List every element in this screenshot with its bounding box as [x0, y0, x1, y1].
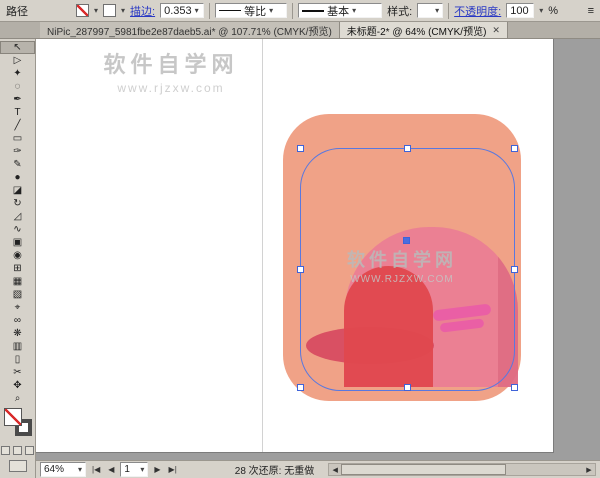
- fill-stroke-swatches: [0, 407, 35, 441]
- control-bar: 路径 ▾ ▾ 描边: 0.353 ▾ 等比 ▾ 基本 ▾ 样式: ▾ 不透明度:…: [0, 0, 600, 22]
- profile-value: 等比: [244, 3, 266, 19]
- tab-document-1[interactable]: NiPic_287997_5981fbe2e87daeb5.ai* @ 107.…: [40, 22, 340, 38]
- selection-tool[interactable]: ↖: [0, 41, 35, 54]
- stroke-weight-value: 0.353: [164, 5, 192, 17]
- artboard-tool[interactable]: ▯: [0, 353, 35, 366]
- selection-handle-bottom-right[interactable]: [511, 384, 518, 391]
- pencil-tool[interactable]: ✎: [0, 158, 35, 171]
- type-tool[interactable]: T: [0, 106, 35, 119]
- scale-tool[interactable]: ◿: [0, 210, 35, 223]
- selection-type-label: 路径: [6, 3, 28, 19]
- profile-caret-icon: ▾: [269, 7, 273, 15]
- opacity-caret-icon[interactable]: ▾: [539, 7, 543, 15]
- selection-handle-top-left[interactable]: [297, 145, 304, 152]
- opacity-percent-label: %: [548, 5, 558, 17]
- free-transform-tool[interactable]: ▣: [0, 236, 35, 249]
- shape-builder-tool[interactable]: ◉: [0, 249, 35, 262]
- direct-selection-tool[interactable]: ▷: [0, 54, 35, 67]
- blob-brush-tool[interactable]: ●: [0, 171, 35, 184]
- hand-tool[interactable]: ✥: [0, 379, 35, 392]
- tab-2-label: 未标题-2* @ 64% (CMYK/预览): [347, 23, 487, 38]
- screen-mode-button[interactable]: [9, 460, 27, 472]
- selection-handle-bottom-left[interactable]: [297, 384, 304, 391]
- stroke-weight-caret-icon: ▾: [195, 7, 199, 15]
- illustrator-window: 路径 ▾ ▾ 描边: 0.353 ▾ 等比 ▾ 基本 ▾ 样式: ▾ 不透明度:…: [0, 0, 600, 478]
- line-segment-tool[interactable]: ╱: [0, 119, 35, 132]
- first-page-icon[interactable]: |◀: [90, 465, 102, 474]
- selection-handle-top-center[interactable]: [404, 145, 411, 152]
- draw-inside-button[interactable]: [25, 446, 34, 455]
- rotate-tool[interactable]: ↻: [0, 197, 35, 210]
- drawing-mode-buttons: [0, 446, 35, 455]
- paintbrush-tool[interactable]: ✑: [0, 145, 35, 158]
- tab-document-2[interactable]: 未标题-2* @ 64% (CMYK/预览) ✕: [340, 22, 508, 38]
- brush-definition-dropdown[interactable]: 基本 ▾: [298, 3, 382, 18]
- magic-wand-tool[interactable]: ✦: [0, 67, 35, 80]
- zoom-tool[interactable]: ⌕: [0, 392, 35, 405]
- horizontal-scrollbar[interactable]: ◀ ▶: [328, 463, 596, 476]
- scrollbar-thumb[interactable]: [341, 464, 506, 475]
- stroke-panel-link[interactable]: 描边:: [130, 3, 155, 19]
- draw-normal-button[interactable]: [1, 446, 10, 455]
- opacity-value: 100: [510, 5, 528, 17]
- fill-color-swatch[interactable]: [76, 4, 89, 17]
- fill-none-swatch[interactable]: [4, 408, 22, 426]
- tab-1-label: NiPic_287997_5981fbe2e87daeb5.ai* @ 107.…: [47, 23, 332, 38]
- brush-caret-icon: ▾: [352, 7, 356, 15]
- slice-tool[interactable]: ✂: [0, 366, 35, 379]
- selection-anchor-point[interactable]: [403, 237, 410, 244]
- lasso-tool[interactable]: ◌: [0, 80, 35, 93]
- symbol-sprayer-tool[interactable]: ❋: [0, 327, 35, 340]
- tab-2-close-icon[interactable]: ✕: [492, 25, 500, 36]
- panel-menu-icon[interactable]: ≡: [588, 5, 594, 17]
- eraser-tool[interactable]: ◪: [0, 184, 35, 197]
- selection-handle-mid-left[interactable]: [297, 266, 304, 273]
- zoom-value: 64%: [44, 464, 64, 475]
- fill-caret-icon[interactable]: ▾: [94, 7, 98, 15]
- selection-bounding-box: [300, 148, 515, 391]
- gradient-tool[interactable]: ▧: [0, 288, 35, 301]
- style-label: 样式:: [387, 3, 412, 19]
- mesh-tool[interactable]: ▦: [0, 275, 35, 288]
- width-profile-dropdown[interactable]: 等比 ▾: [215, 3, 287, 18]
- selection-handle-mid-right[interactable]: [511, 266, 518, 273]
- perspective-grid-tool[interactable]: ⊞: [0, 262, 35, 275]
- tools-panel: ↖ ▷ ✦ ◌ ✒ T ╱ ▭ ✑ ✎ ● ◪ ↻ ◿ ∿ ▣ ◉ ⊞ ▦ ▧ …: [0, 39, 36, 478]
- zoom-caret-icon: ▾: [78, 466, 82, 474]
- selection-handle-top-right[interactable]: [511, 145, 518, 152]
- column-graph-tool[interactable]: ▥: [0, 340, 35, 353]
- undo-status-text: 28 次还原: 无重做: [235, 462, 314, 477]
- zoom-dropdown[interactable]: 64% ▾: [40, 462, 86, 477]
- pen-tool[interactable]: ✒: [0, 93, 35, 106]
- brush-line-icon: [302, 10, 324, 12]
- style-dropdown[interactable]: ▾: [417, 3, 443, 18]
- width-tool[interactable]: ∿: [0, 223, 35, 236]
- artboard-edge-line: [262, 39, 263, 452]
- rectangle-tool[interactable]: ▭: [0, 132, 35, 145]
- stroke-color-swatch[interactable]: [103, 4, 116, 17]
- opacity-field[interactable]: 100: [506, 3, 534, 18]
- stroke-weight-field[interactable]: 0.353 ▾: [160, 3, 204, 18]
- opacity-panel-link[interactable]: 不透明度:: [454, 3, 501, 19]
- scroll-right-icon[interactable]: ▶: [583, 466, 595, 474]
- status-bar: 64% ▾ |◀ ◀ 1 ▾ ▶ ▶| 28 次还原: 无重做 ◀ ▶: [36, 460, 600, 478]
- selection-handle-bottom-center[interactable]: [404, 384, 411, 391]
- eyedropper-tool[interactable]: ⌖: [0, 301, 35, 314]
- profile-line-icon: [219, 10, 241, 11]
- stroke-caret-icon[interactable]: ▾: [121, 7, 125, 15]
- draw-behind-button[interactable]: [13, 446, 22, 455]
- last-page-icon[interactable]: ▶|: [167, 465, 179, 474]
- style-caret-icon: ▾: [435, 7, 439, 15]
- page-number-field[interactable]: 1 ▾: [120, 462, 148, 477]
- blend-tool[interactable]: ∞: [0, 314, 35, 327]
- page-caret-icon: ▾: [140, 466, 144, 474]
- prev-page-icon[interactable]: ◀: [106, 465, 116, 474]
- page-number-value: 1: [124, 464, 130, 475]
- next-page-icon[interactable]: ▶: [152, 465, 162, 474]
- scroll-left-icon[interactable]: ◀: [329, 466, 341, 474]
- brush-value: 基本: [327, 3, 349, 19]
- document-tab-bar: NiPic_287997_5981fbe2e87daeb5.ai* @ 107.…: [0, 22, 600, 39]
- document-canvas: 软件自学网 www.rjzxw.com 软件自学网 WWW.RJZXW.COM: [36, 39, 600, 460]
